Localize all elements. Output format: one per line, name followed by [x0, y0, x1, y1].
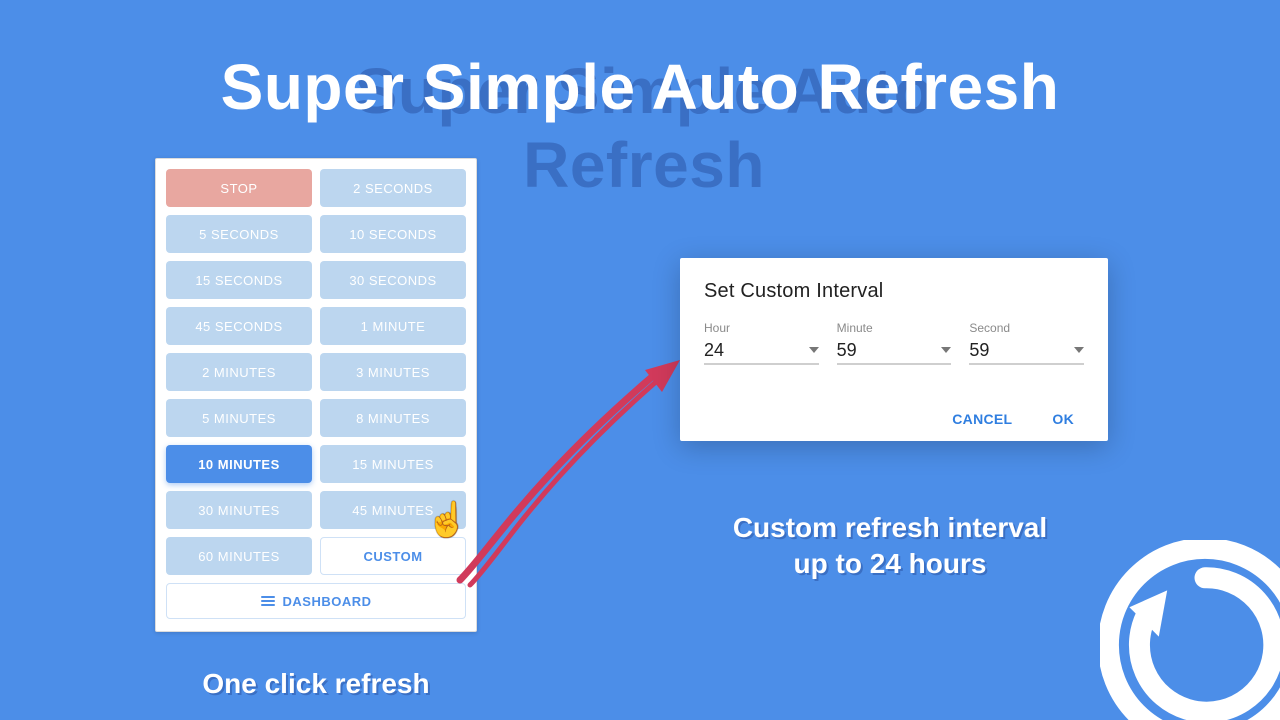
interval-button[interactable]: 10 SECONDS	[320, 215, 466, 253]
interval-button-active[interactable]: 10 MINUTES	[166, 445, 312, 483]
interval-button[interactable]: 30 SECONDS	[320, 261, 466, 299]
minute-label: Minute	[837, 321, 952, 335]
second-value: 59	[969, 340, 989, 361]
second-label: Second	[969, 321, 1084, 335]
minute-value: 59	[837, 340, 857, 361]
interval-button[interactable]: 5 MINUTES	[166, 399, 312, 437]
menu-icon	[261, 596, 275, 606]
custom-interval-dialog: Set Custom Interval Hour 24 Minute 59 Se…	[680, 258, 1108, 441]
stop-button[interactable]: STOP	[166, 169, 312, 207]
caption-one-click: One click refresh	[155, 668, 477, 700]
minute-select[interactable]: 59	[837, 337, 952, 365]
interval-button[interactable]: 45 SECONDS	[166, 307, 312, 345]
hour-value: 24	[704, 340, 724, 361]
hour-select[interactable]: 24	[704, 337, 819, 365]
interval-button[interactable]: 3 MINUTES	[320, 353, 466, 391]
dialog-title: Set Custom Interval	[704, 280, 1084, 303]
dashboard-label: DASHBOARD	[283, 594, 372, 609]
page-title: Super Simple Auto Refresh	[0, 50, 1280, 124]
interval-button[interactable]: 1 MINUTE	[320, 307, 466, 345]
interval-button[interactable]: 15 SECONDS	[166, 261, 312, 299]
caption-custom-interval: Custom refresh intervalup to 24 hours	[640, 510, 1140, 583]
interval-button[interactable]: 5 SECONDS	[166, 215, 312, 253]
hour-label: Hour	[704, 321, 819, 335]
interval-button[interactable]: 30 MINUTES	[166, 491, 312, 529]
second-select[interactable]: 59	[969, 337, 1084, 365]
cancel-button[interactable]: CANCEL	[952, 411, 1012, 427]
ok-button[interactable]: OK	[1052, 411, 1074, 427]
interval-button[interactable]: 2 SECONDS	[320, 169, 466, 207]
interval-button[interactable]: 45 MINUTES	[320, 491, 466, 529]
dashboard-button[interactable]: DASHBOARD	[166, 583, 466, 619]
caret-down-icon	[1074, 347, 1084, 353]
page-title-wrap: Super Simple Auto Refresh Super Simple A…	[0, 50, 1280, 124]
caret-down-icon	[941, 347, 951, 353]
interval-button[interactable]: 60 MINUTES	[166, 537, 312, 575]
caret-down-icon	[809, 347, 819, 353]
custom-interval-button[interactable]: CUSTOM	[320, 537, 466, 575]
interval-button[interactable]: 15 MINUTES	[320, 445, 466, 483]
interval-button[interactable]: 8 MINUTES	[320, 399, 466, 437]
refresh-interval-panel: STOP2 SECONDS5 SECONDS10 SECONDS15 SECON…	[155, 158, 477, 632]
interval-button[interactable]: 2 MINUTES	[166, 353, 312, 391]
